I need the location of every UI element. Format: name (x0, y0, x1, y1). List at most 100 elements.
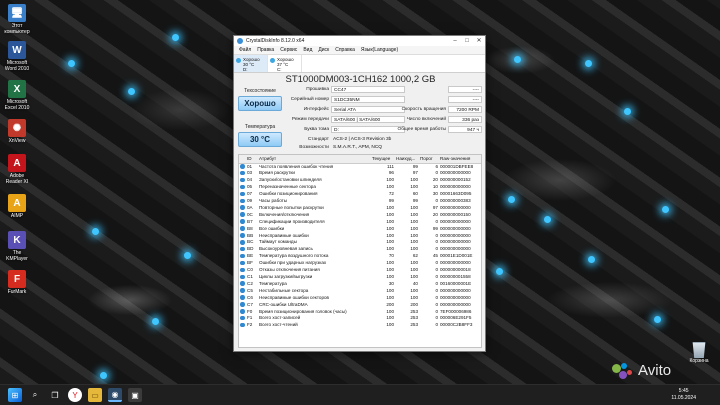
drive-tab-c[interactable]: Хорошо 37 °C C: (268, 55, 302, 72)
cell-raw: 000000000000 (440, 184, 471, 190)
light-glow (662, 206, 669, 213)
health-status-badge[interactable]: Хорошо (238, 96, 282, 111)
table-row[interactable]: 01 Частота появления ошибок чтения 111 99 6 0… (239, 163, 481, 170)
file-explorer-icon[interactable]: ▭ (88, 388, 102, 402)
table-row[interactable]: BD Высокоуровневая запись 100 100 0 000000000… (239, 246, 481, 253)
desktop-icon-kmplayer[interactable]: K The KMPlayer (2, 231, 32, 262)
cell-attribute: Таймаут команды (259, 239, 297, 245)
table-row[interactable]: C1 Циклы загрузки/выгрузки 100 100 0 00000000… (239, 274, 481, 281)
start-icon[interactable]: ⊞ (8, 388, 22, 402)
status-cell (239, 322, 246, 329)
cell-id: C0 (247, 267, 253, 273)
cell-threshold: 0 (435, 260, 438, 266)
cell-attribute: Включения/отключения (259, 211, 310, 217)
table-row[interactable]: C7 CRC-ошибки UltraDMA 200 200 0 000000000000 (239, 302, 481, 309)
table-row[interactable]: C5 Нестабильные сектора 100 100 0 00000000000… (239, 288, 481, 295)
column-header-attribute[interactable]: Атрибут (258, 155, 371, 164)
cell-attribute: Неисправимые ошибки секторов (259, 294, 329, 300)
column-header-worst[interactable]: Наихуд... (395, 155, 419, 164)
table-row[interactable]: C0 Отказы отключения питания 100 100 0 000000… (239, 267, 481, 274)
table-row[interactable]: C6 Неисправимые ошибки секторов 100 100 0 000… (239, 295, 481, 302)
desktop-icon-furmark[interactable]: F FurMark (2, 270, 32, 295)
table-row[interactable]: B8 Все ошибки 100 100 99 000000000000 (239, 226, 481, 233)
table-row[interactable]: 0C Включения/отключения 100 100 20 0000000001… (239, 212, 481, 219)
drive-letter: D: (243, 67, 248, 72)
table-row[interactable]: B7 Спецификации производителя 100 100 0 00000… (239, 219, 481, 226)
desktop-icon-aimp[interactable]: A AIMP (2, 194, 32, 219)
menu-item-service[interactable]: Сервис (277, 46, 300, 54)
menu-item-edit[interactable]: Правка (254, 46, 277, 54)
cell-raw: 000000000000 (440, 232, 471, 238)
cell-current: 100 (386, 184, 394, 190)
maximize-icon[interactable]: □ (461, 36, 473, 46)
cell-raw: 000000000383 (440, 198, 471, 204)
task-view-icon[interactable]: ❐ (48, 388, 62, 402)
status-cell (239, 170, 246, 177)
desktop-icon-adobe-reader[interactable]: A Adobe Reader XI (2, 154, 32, 185)
recycle-bin-icon (692, 342, 706, 358)
drive-tab-d[interactable]: Хорошо 30 °C D: (234, 55, 268, 72)
cell-threshold: 45 (432, 253, 438, 259)
cell-worst: 100 (410, 204, 418, 210)
yandex-browser-icon[interactable]: Y (68, 388, 82, 402)
table-row[interactable]: BF Ошибки при ударных нагрузках 100 100 0 000… (239, 260, 481, 267)
column-header-current[interactable]: Текущее (371, 155, 395, 164)
menu-item-view[interactable]: Вид (300, 46, 315, 54)
table-row[interactable]: BE Температура воздушного потока 70 62 45 000… (239, 253, 481, 260)
column-header-threshold[interactable]: Порог (419, 155, 439, 164)
table-row[interactable]: 05 Переназначенные сектора 100 100 10 0000000… (239, 184, 481, 191)
table-row[interactable]: 09 Часы работы 99 99 0 000000000383 (239, 198, 481, 205)
search-icon[interactable]: ⌕ (28, 388, 42, 402)
cell-worst: 100 (410, 287, 418, 293)
window-titlebar[interactable]: CrystalDiskInfo 8.12.0 x64 – □ ✕ (234, 36, 485, 46)
cell-id: C1 (247, 274, 253, 279)
table-row[interactable]: F2 Всего хост-чтений 100 253 0 00000C2B8FF3 (239, 322, 481, 329)
cell-attribute: Отказы отключения питания (259, 267, 320, 273)
column-header-id[interactable]: ID (246, 155, 258, 164)
table-row[interactable]: 07 Ошибки позиционирования 72 60 30 00001663D… (239, 191, 481, 198)
table-row[interactable]: 04 Запуски/остановки шпинделя 100 100 20 0000… (239, 177, 481, 184)
cell-raw: 000000000018 (440, 267, 471, 273)
desktop-icon-excel[interactable]: X Microsoft Excel 2010 (2, 80, 32, 111)
status-dot-icon (240, 164, 245, 169)
light-glow (654, 316, 661, 323)
temperature-badge[interactable]: 30 °C (238, 132, 282, 147)
cell-current: 100 (386, 308, 394, 314)
status-dot-icon (240, 212, 245, 217)
cell-id: BB (247, 232, 254, 238)
cell-attribute: Высокоуровневая запись (259, 246, 313, 252)
desktop-icon-this-pc[interactable]: 🖥 Этот компьютер (2, 4, 32, 35)
table-row[interactable]: BC Таймаут команды 100 100 0 000000000000 (239, 239, 481, 246)
cell-id: 09 (247, 198, 253, 204)
menu-item-disk[interactable]: Диск (315, 46, 332, 54)
table-row[interactable]: 0A Повторные попытки раскрутки 100 100 97 000… (239, 205, 481, 212)
cell-threshold: 0 (435, 232, 438, 238)
table-row[interactable]: 03 Время раскрутки 96 97 0 000000000000 (239, 170, 481, 177)
power-on-count-value: 336 раз (448, 116, 482, 123)
cell-id: 07 (247, 191, 253, 197)
desktop-icon-word[interactable]: W Microsoft Word 2010 (2, 41, 32, 72)
app-taskbar-icon[interactable]: ▣ (128, 388, 142, 402)
column-header-raw[interactable]: Raw-значения (439, 155, 481, 164)
avito-watermark-text: Avito (638, 362, 672, 379)
firmware-label: Прошивка (306, 87, 329, 92)
cell-attribute: Спецификации производителя (259, 218, 325, 224)
desktop-icon-label: XnView (8, 138, 26, 144)
close-icon[interactable]: ✕ (473, 36, 485, 46)
cell-threshold: 6 (435, 163, 438, 169)
avito-logo-icon (612, 362, 634, 379)
desktop-icon-xnview[interactable]: ✺ XnView (2, 119, 32, 144)
cell-attribute: Часы работы (259, 198, 288, 204)
status-dot-icon (270, 58, 275, 63)
menu-item-file[interactable]: Файл (236, 46, 254, 54)
firmware-value: CC47 (331, 86, 405, 93)
desktop-icon-recycle-bin[interactable]: Корзина (686, 342, 712, 364)
smart-attributes-table[interactable]: ID Атрибут Текущее Наихуд... Порог Raw-з… (238, 154, 482, 348)
menu-item-help[interactable]: Справка (332, 46, 358, 54)
table-row[interactable]: C2 Температура 30 40 0 00160000001E (239, 281, 481, 288)
crystaldiskinfo-taskbar-icon[interactable]: ◉ (108, 388, 122, 402)
minimize-icon[interactable]: – (449, 36, 461, 46)
taskbar-clock[interactable]: 5:45 11.05.2024 (671, 388, 696, 402)
menu-item-language[interactable]: Язык(Language) (358, 46, 401, 54)
cell-current: 30 (388, 280, 394, 286)
